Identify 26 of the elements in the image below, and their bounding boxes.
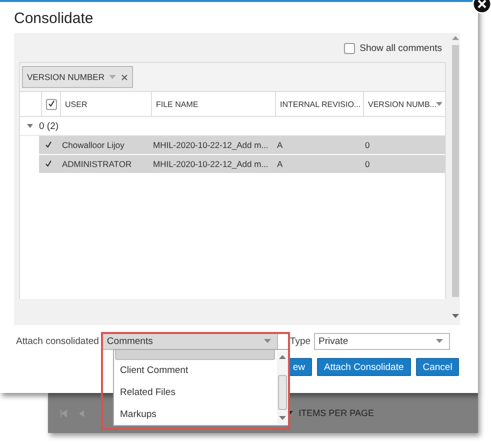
table-cell-text: A: [276, 140, 284, 150]
field-label: Type: [290, 336, 311, 347]
column-header[interactable]: FILE NAME: [156, 100, 198, 108]
table-row[interactable]: Chowalloor Lijoy MHIL-2020-10-22-12_Add m... A 0: [39, 136, 445, 154]
group-label: 0 (2): [39, 120, 59, 132]
table-cell-text: 0: [364, 159, 371, 169]
column-header[interactable]: VERSION NUMB...: [368, 100, 436, 108]
table-cell-text: MHIL-2020-10-22-12_Add m...: [152, 140, 270, 150]
dropdown-option[interactable]: Related Files: [118, 385, 178, 401]
checkbox-label: Show all comments: [360, 42, 442, 54]
table-cell-text: ADMINISTRATOR: [61, 159, 133, 169]
dropdown-option[interactable]: Markups: [118, 407, 158, 423]
table-cell-text: MHIL-2020-10-22-12_Add m...: [152, 159, 270, 169]
table-cell-text: Chowalloor Lijoy: [61, 140, 126, 150]
dialog-button[interactable]: Attach Consolidate: [317, 358, 411, 376]
dialog-title: Consolidate: [13, 9, 94, 29]
table-cell-text: 0: [364, 140, 371, 150]
dropdown-option[interactable]: Client Comment: [118, 363, 190, 379]
dialog-button[interactable]: Cancel: [416, 358, 460, 376]
table-row[interactable]: ADMINISTRATOR MHIL-2020-10-22-12_Add m... A 0: [39, 155, 445, 173]
table-cell-text: A: [276, 159, 284, 169]
field-label: Attach consolidated: [16, 336, 99, 347]
column-header[interactable]: INTERNAL REVISIO...: [280, 100, 361, 108]
dropdown-field[interactable]: Private: [314, 333, 450, 350]
items-per-page-label: ITEMS PER PAGE: [298, 408, 374, 418]
column-header[interactable]: USER: [65, 100, 88, 108]
